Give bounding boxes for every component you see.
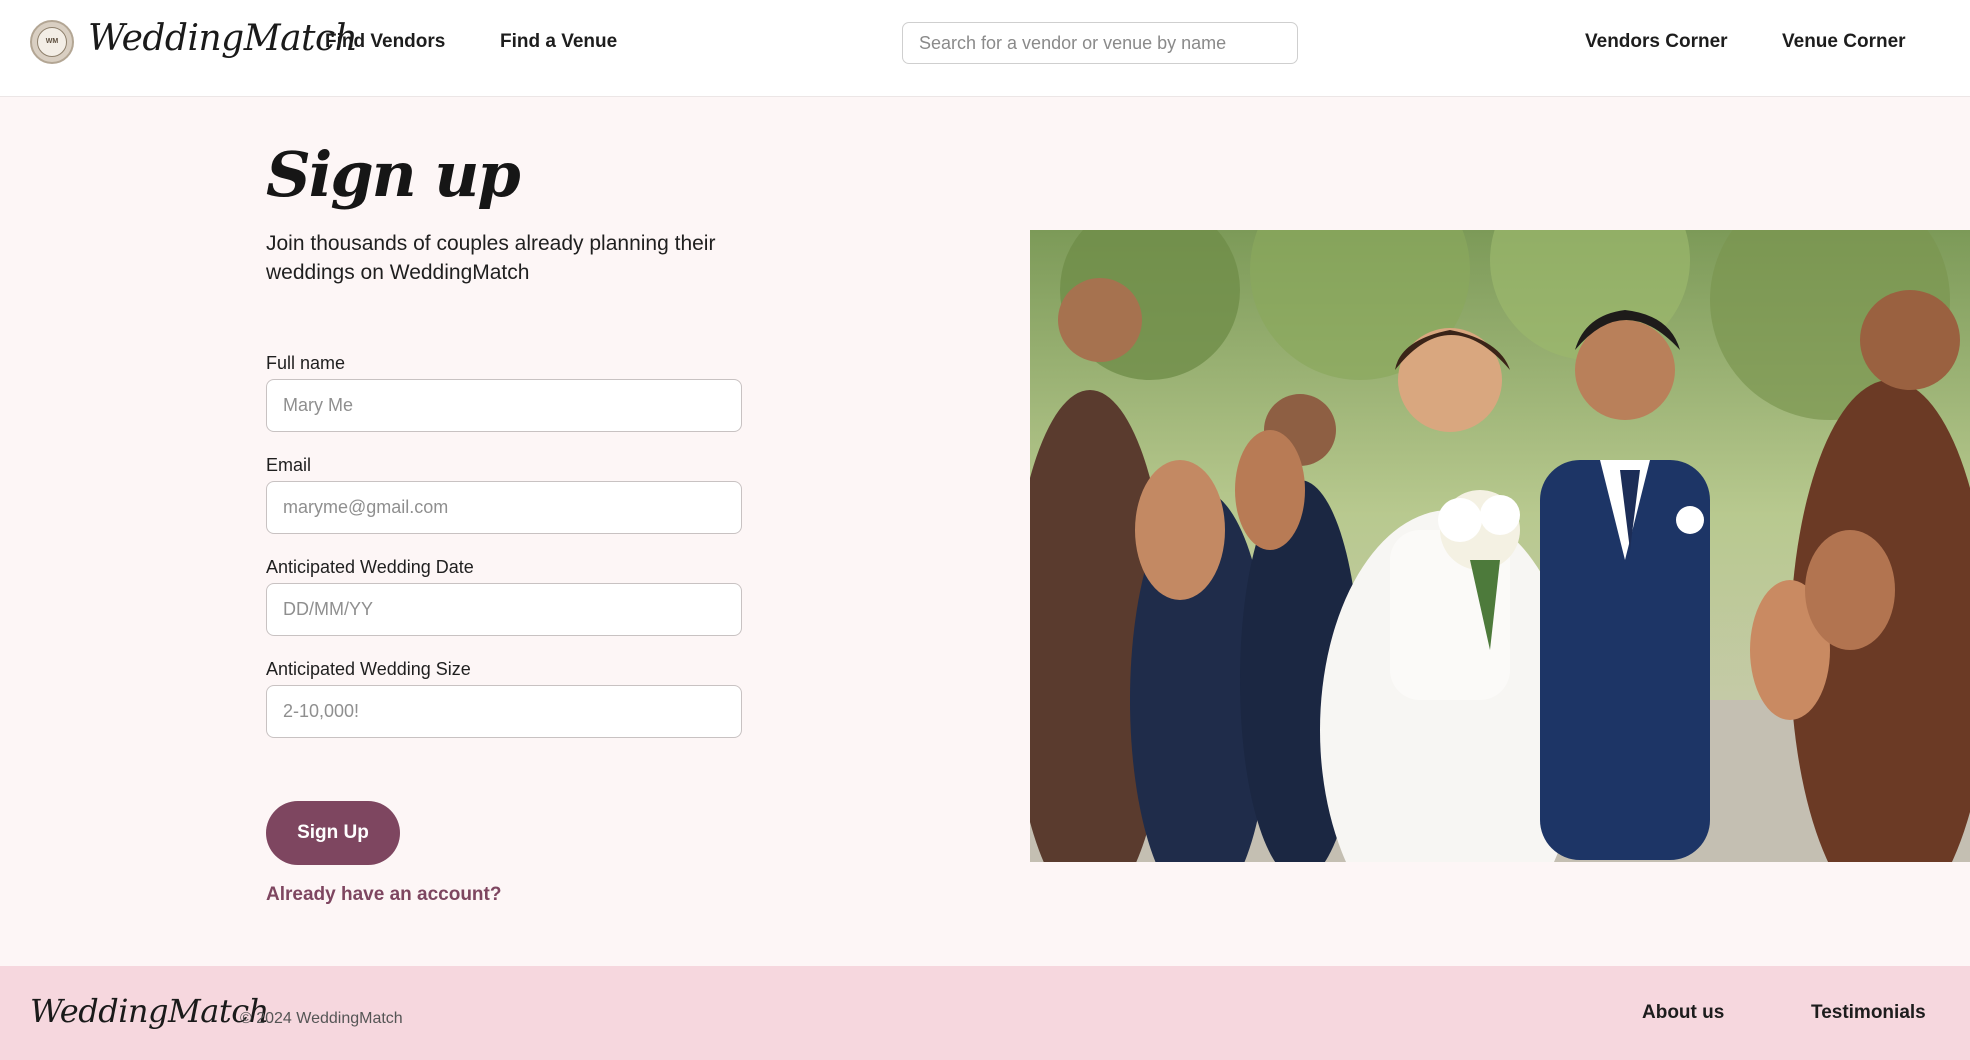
footer-link-testimonials[interactable]: Testimonials (1811, 1002, 1926, 1024)
wedding-date-field[interactable] (266, 583, 742, 636)
nav-find-venue[interactable]: Find a Venue (500, 31, 617, 53)
full-name-label: Full name (266, 353, 346, 373)
wedding-size-label: Anticipated Wedding Size (266, 659, 471, 679)
signup-button[interactable]: Sign Up (266, 801, 400, 865)
search-input[interactable] (902, 22, 1298, 64)
footer-logo[interactable]: WeddingMatch (30, 992, 269, 1030)
site-logo[interactable]: WeddingMatch (88, 18, 358, 59)
logo-badge-text: WM (37, 27, 67, 57)
login-link[interactable]: Already have an account? (266, 884, 501, 906)
full-name-field[interactable] (266, 379, 742, 432)
footer-link-about[interactable]: About us (1642, 1002, 1724, 1024)
copyright-text: © 2024 WeddingMatch (240, 1010, 403, 1027)
wedding-date-label: Anticipated Wedding Date (266, 557, 474, 577)
logo-badge-icon[interactable]: WM (30, 20, 74, 64)
nav-venue-corner[interactable]: Venue Corner (1782, 31, 1906, 53)
intro-text: Join thousands of couples already planni… (266, 232, 716, 284)
footer: WeddingMatch © 2024 WeddingMatch About u… (0, 966, 1970, 1060)
top-navbar: WM WeddingMatch Find Vendors Find a Venu… (0, 0, 1970, 97)
email-label: Email (266, 455, 312, 475)
nav-find-vendors[interactable]: Find Vendors (325, 31, 445, 53)
wedding-size-field[interactable] (266, 685, 742, 738)
wedding-photo (1030, 230, 1970, 862)
wedding-photo-illustration (1030, 230, 1970, 862)
nav-vendors-corner[interactable]: Vendors Corner (1585, 31, 1728, 53)
email-field[interactable] (266, 481, 742, 534)
page-title: Sign up (266, 138, 521, 211)
